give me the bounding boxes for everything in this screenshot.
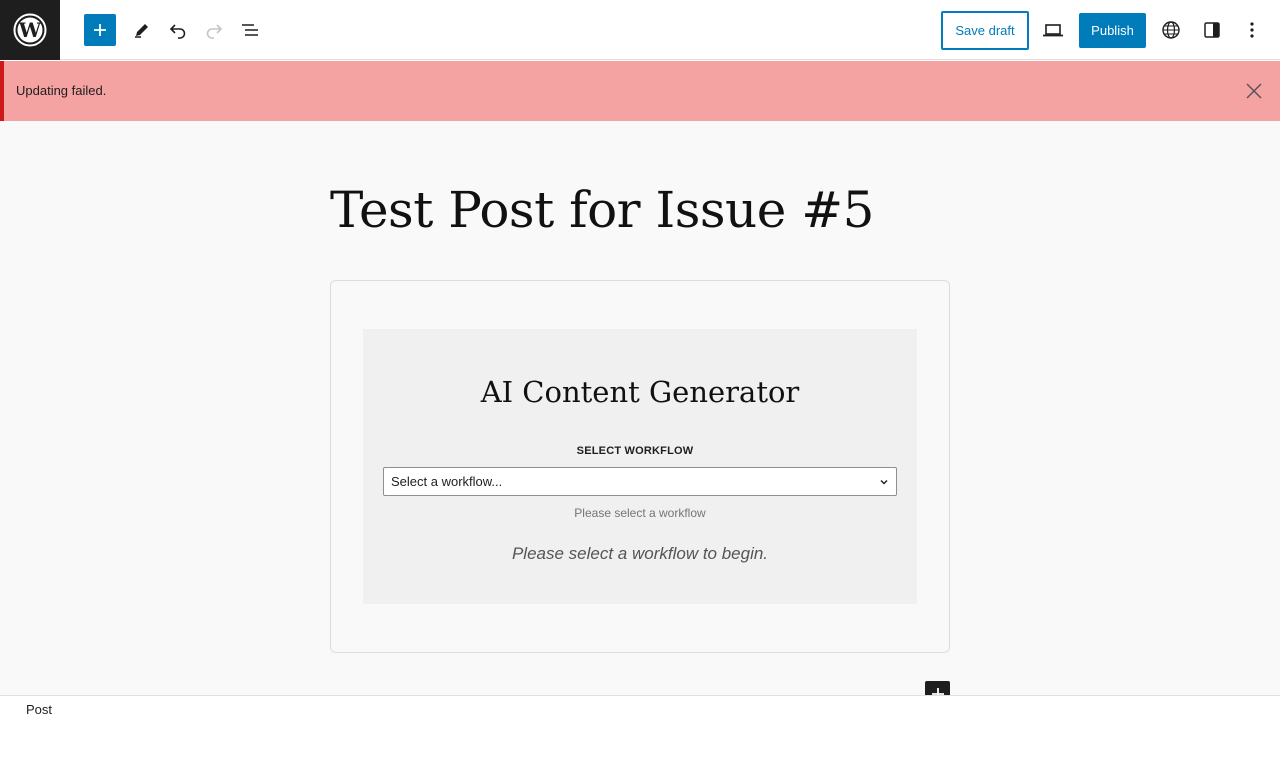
breadcrumb[interactable]: Post [26, 702, 52, 717]
svg-text:W: W [18, 18, 42, 42]
workflow-select[interactable]: Select a workflow... [383, 467, 897, 496]
dismiss-notice-button[interactable] [1240, 77, 1268, 105]
plus-icon [931, 687, 944, 695]
document-overview-button[interactable] [232, 12, 268, 48]
sidebar-icon [1204, 22, 1220, 38]
options-button[interactable] [1234, 12, 1270, 48]
settings-button[interactable] [1194, 12, 1230, 48]
add-block-button[interactable] [84, 14, 116, 46]
ai-generator-block[interactable]: AI Content Generator SELECT WORKFLOW Sel… [330, 280, 950, 653]
workflow-select-value: Select a workflow... [391, 474, 503, 489]
pencil-icon [135, 24, 148, 38]
list-view-icon [242, 24, 258, 36]
workflow-label: SELECT WORKFLOW [576, 445, 694, 457]
globe-icon [1162, 21, 1180, 39]
undo-button[interactable] [160, 12, 196, 48]
post-title[interactable]: Test Post for Issue #5 [330, 181, 874, 239]
begin-message: Please select a workflow to begin. [511, 544, 769, 563]
workflow-help-text: Please select a workflow [574, 506, 706, 520]
plus-icon [94, 24, 106, 36]
undo-icon [169, 24, 186, 39]
close-icon [1246, 83, 1262, 99]
editor-footer: Post [0, 695, 1280, 775]
language-button[interactable] [1153, 12, 1189, 48]
preview-button[interactable] [1035, 12, 1071, 48]
notice-message: Updating failed. [16, 83, 107, 98]
wordpress-logo-icon[interactable]: W [0, 0, 60, 60]
tools-button[interactable] [124, 12, 160, 48]
more-vertical-icon [1250, 22, 1254, 38]
redo-button[interactable] [196, 12, 232, 48]
generator-title: AI Content Generator [480, 375, 800, 409]
save-draft-button[interactable]: Save draft [941, 11, 1029, 50]
block-inserter-button[interactable] [925, 681, 950, 695]
publish-button[interactable]: Publish [1079, 13, 1146, 48]
editor-header: W Save draft Publish [0, 0, 1280, 60]
ai-generator-panel: AI Content Generator SELECT WORKFLOW Sel… [363, 329, 917, 604]
laptop-icon [1043, 24, 1063, 37]
editor-canvas: Test Post for Issue #5 AI Content Genera… [0, 121, 1280, 695]
redo-icon [206, 24, 223, 39]
chevron-down-icon [880, 480, 888, 485]
error-notice: Updating failed. [0, 61, 1280, 121]
